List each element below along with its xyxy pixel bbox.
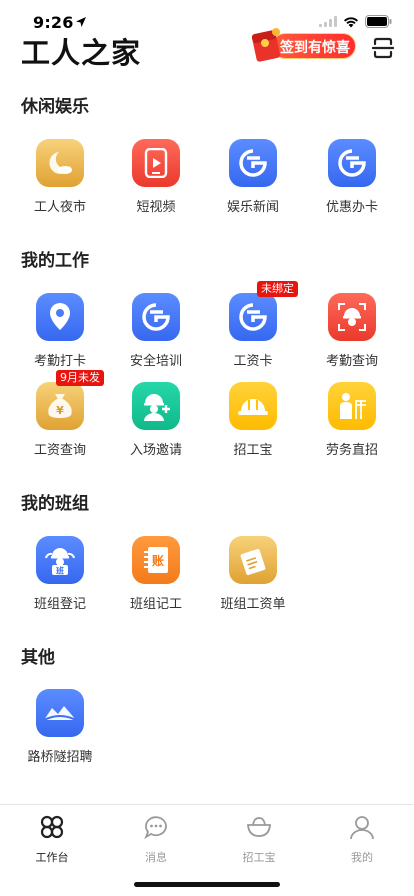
- entertainment-news-icon: [229, 139, 277, 187]
- checkin-button[interactable]: 签到有惊喜: [250, 26, 356, 66]
- safety-training-icon: [132, 293, 180, 341]
- app-title: 工人之家: [21, 36, 142, 70]
- ledger-glyph: 账: [152, 554, 164, 568]
- grid-item-safety-training[interactable]: 安全培训: [108, 293, 204, 369]
- grid-item-attendance-checkin[interactable]: 考勤打卡: [12, 293, 108, 369]
- scan-icon[interactable]: [372, 37, 394, 59]
- grid-label: 入场邀请: [129, 443, 182, 458]
- tab-workbench[interactable]: 工作台: [0, 813, 104, 865]
- grid-label: 娱乐新闻: [226, 200, 279, 215]
- ingot-icon: [247, 817, 271, 837]
- grid-label: 短视频: [136, 200, 176, 215]
- profile-icon: [350, 816, 374, 840]
- grid-label: 考勤查询: [325, 354, 378, 369]
- team-register-icon: 班: [36, 536, 84, 584]
- grid-item-entry-invite[interactable]: 入场邀请: [108, 382, 204, 458]
- grid-label: 考勤打卡: [33, 354, 86, 369]
- location-pin-icon: [36, 293, 84, 341]
- grid-label: 班组工资单: [220, 597, 286, 612]
- grid-item-team-worklog[interactable]: 账 班组记工: [108, 536, 204, 612]
- grid-label: 班组记工: [129, 597, 182, 612]
- header: 工人之家 签到有惊喜: [0, 26, 414, 74]
- grid-item-short-video[interactable]: 短视频: [108, 139, 204, 215]
- grid-item-night-market[interactable]: 工人夜市: [12, 139, 108, 215]
- tab-label: 我的: [351, 851, 373, 864]
- unpaid-tag: 9月未发: [56, 370, 104, 386]
- section-title-work: 我的工作: [21, 251, 89, 271]
- money-bag-icon: ¥ 9月未发: [36, 370, 104, 430]
- tab-profile[interactable]: 我的: [310, 813, 414, 865]
- yuan-glyph: ¥: [56, 404, 64, 417]
- unbound-tag: 未绑定: [257, 281, 298, 297]
- payroll-icon: [229, 536, 277, 584]
- tab-recruit[interactable]: 招工宝: [207, 813, 311, 865]
- team-glyph: 班: [56, 566, 64, 576]
- grid-item-salary-card[interactable]: 未绑定 工资卡: [205, 281, 301, 369]
- tab-label: 工作台: [35, 851, 69, 864]
- tab-label: 消息: [145, 851, 167, 864]
- home-indicator: [134, 882, 280, 887]
- section-title-team: 我的班组: [21, 494, 89, 514]
- grid-label: 招工宝: [233, 443, 273, 458]
- salary-card-icon: 未绑定: [229, 281, 298, 341]
- discount-card-icon: [328, 139, 376, 187]
- grid-label: 班组登记: [33, 597, 86, 612]
- grid-item-labor-recruit[interactable]: 劳务直招: [304, 382, 400, 458]
- grid-label: 安全培训: [129, 354, 182, 369]
- grid-label: 劳务直招: [325, 443, 378, 458]
- grid-label: 工人夜市: [33, 200, 86, 215]
- grid-item-team-register[interactable]: 班 班组登记: [12, 536, 108, 612]
- invite-worker-icon: [132, 382, 180, 430]
- section-title-leisure: 休闲娱乐: [21, 97, 89, 117]
- grid-item-attendance-query[interactable]: 考勤查询: [304, 293, 400, 369]
- message-icon: [144, 816, 167, 840]
- red-envelope-icon: [251, 28, 281, 62]
- grid-item-entertainment-news[interactable]: 娱乐新闻: [205, 139, 301, 215]
- bridge-icon: [36, 689, 84, 737]
- ledger-icon: 账: [132, 536, 180, 584]
- night-market-icon: [36, 139, 84, 187]
- hardhat-icon: [229, 382, 277, 430]
- short-video-icon: [132, 139, 180, 187]
- workbench-icon: [40, 815, 64, 839]
- tab-messages[interactable]: 消息: [104, 813, 208, 865]
- section-title-other: 其他: [21, 648, 55, 668]
- grid-label: 优惠办卡: [325, 200, 378, 215]
- grid-label: 工资卡: [233, 354, 273, 369]
- grid-item-discount-card[interactable]: 优惠办卡: [304, 139, 400, 215]
- grid-item-team-payroll[interactable]: 班组工资单: [205, 536, 301, 612]
- grid-label: 路桥隧招聘: [27, 750, 93, 765]
- grid-item-bridge-tunnel-recruit[interactable]: 路桥隧招聘: [12, 689, 108, 765]
- recruit-icon: [328, 382, 376, 430]
- checkin-label: 签到有惊喜: [280, 40, 350, 56]
- tab-label: 招工宝: [242, 851, 276, 864]
- grid-item-salary-query[interactable]: ¥ 9月未发 工资查询: [12, 370, 108, 458]
- grid-label: 工资查询: [33, 443, 86, 458]
- attendance-query-icon: [328, 293, 376, 341]
- grid-item-recruit-treasure[interactable]: 招工宝: [205, 382, 301, 458]
